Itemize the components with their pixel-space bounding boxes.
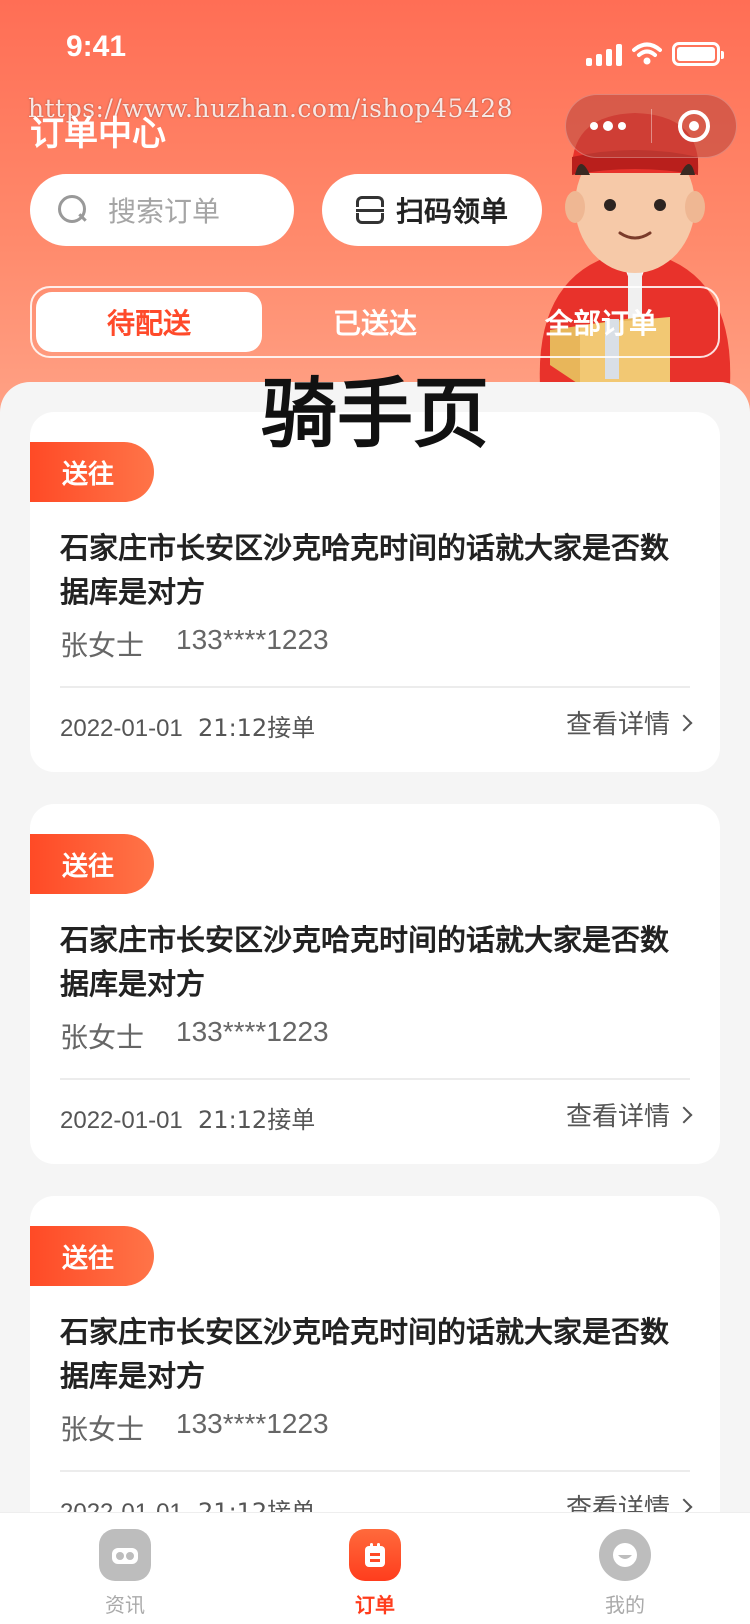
tabbar-label: 订单 <box>355 1593 395 1617</box>
order-address: 石家庄市长安区沙克哈克时间的话就大家是否数据库是对方 <box>60 923 670 1001</box>
order-address: 石家庄市长安区沙克哈克时间的话就大家是否数据库是对方 <box>60 531 670 609</box>
card-divider <box>60 1470 690 1472</box>
order-time: 2022-01-01 21:12接单 <box>60 708 315 743</box>
signal-icon <box>586 42 622 66</box>
customer-phone: 133****1223 <box>176 624 329 655</box>
battery-icon <box>672 42 724 66</box>
tabbar-item-news[interactable]: 资讯 <box>0 1513 250 1624</box>
tabbar-item-profile[interactable]: 我的 <box>500 1513 750 1624</box>
order-contact: 张女士 133****1223 <box>60 1016 329 1056</box>
tab-pending-delivery[interactable]: 待配送 <box>36 292 262 352</box>
customer-name: 张女士 <box>60 629 145 662</box>
card-divider <box>60 686 690 688</box>
customer-name: 张女士 <box>60 1413 145 1446</box>
order-accept-time: 21:12接单 <box>198 1106 316 1134</box>
tabbar-label: 我的 <box>605 1593 645 1617</box>
profile-icon <box>599 1529 651 1581</box>
order-card[interactable]: 送往 石家庄市长安区沙克哈克时间的话就大家是否数据库是对方 张女士 133***… <box>30 1196 720 1556</box>
order-card[interactable]: 送往 石家庄市长安区沙克哈克时间的话就大家是否数据库是对方 张女士 133***… <box>30 804 720 1164</box>
view-detail-label: 查看详情 <box>565 710 670 740</box>
order-accept-time: 21:12接单 <box>198 714 316 742</box>
order-contact: 张女士 133****1223 <box>60 624 329 664</box>
order-address: 石家庄市长安区沙克哈克时间的话就大家是否数据库是对方 <box>60 1315 670 1393</box>
overlay-caption: 骑手页 <box>261 369 489 458</box>
search-icon <box>58 195 88 225</box>
order-contact: 张女士 133****1223 <box>60 1408 329 1448</box>
view-detail-link[interactable]: 查看详情 <box>565 1096 693 1133</box>
chevron-right-icon <box>675 1106 693 1123</box>
order-date: 2022-01-01 <box>60 715 183 742</box>
card-divider <box>60 1078 690 1080</box>
customer-name: 张女士 <box>60 1021 145 1054</box>
status-time: 9:41 <box>66 30 127 63</box>
scan-button-label: 扫码领单 <box>395 195 508 228</box>
view-detail-label: 查看详情 <box>565 1102 670 1132</box>
search-input[interactable]: 搜索订单 <box>30 174 294 246</box>
more-button[interactable] <box>566 95 651 157</box>
page-title: 订单中心 <box>30 114 166 154</box>
mini-program-capsule <box>565 94 737 158</box>
order-card[interactable]: 送往 石家庄市长安区沙克哈克时间的话就大家是否数据库是对方 张女士 133***… <box>30 412 720 772</box>
tabbar-item-orders[interactable]: 订单 <box>250 1513 500 1624</box>
customer-phone: 133****1223 <box>176 1408 329 1439</box>
target-icon <box>677 110 710 142</box>
order-status-tabs: 待配送 已送达 全部订单 <box>30 286 720 358</box>
tab-all-orders[interactable]: 全部订单 <box>488 292 714 352</box>
customer-phone: 133****1223 <box>176 1016 329 1047</box>
search-placeholder: 搜索订单 <box>108 195 221 228</box>
bottom-tab-bar: 资讯 订单 我的 <box>0 1512 750 1624</box>
wifi-icon <box>632 42 662 65</box>
tabbar-label: 资讯 <box>105 1593 145 1617</box>
scan-icon <box>355 196 384 224</box>
chevron-right-icon <box>675 714 693 731</box>
order-date: 2022-01-01 <box>60 1107 183 1134</box>
delivery-badge: 送往 <box>30 1226 154 1286</box>
scan-order-button[interactable]: 扫码领单 <box>322 174 542 246</box>
close-button[interactable] <box>652 95 737 157</box>
status-icons <box>586 42 724 66</box>
news-icon <box>99 1529 151 1581</box>
view-detail-link[interactable]: 查看详情 <box>565 704 693 741</box>
order-icon <box>349 1529 401 1581</box>
delivery-badge: 送往 <box>30 834 154 894</box>
order-list: 送往 石家庄市长安区沙克哈克时间的话就大家是否数据库是对方 张女士 133***… <box>0 382 750 1556</box>
tab-delivered[interactable]: 已送达 <box>262 292 488 352</box>
order-time: 2022-01-01 21:12接单 <box>60 1100 315 1135</box>
